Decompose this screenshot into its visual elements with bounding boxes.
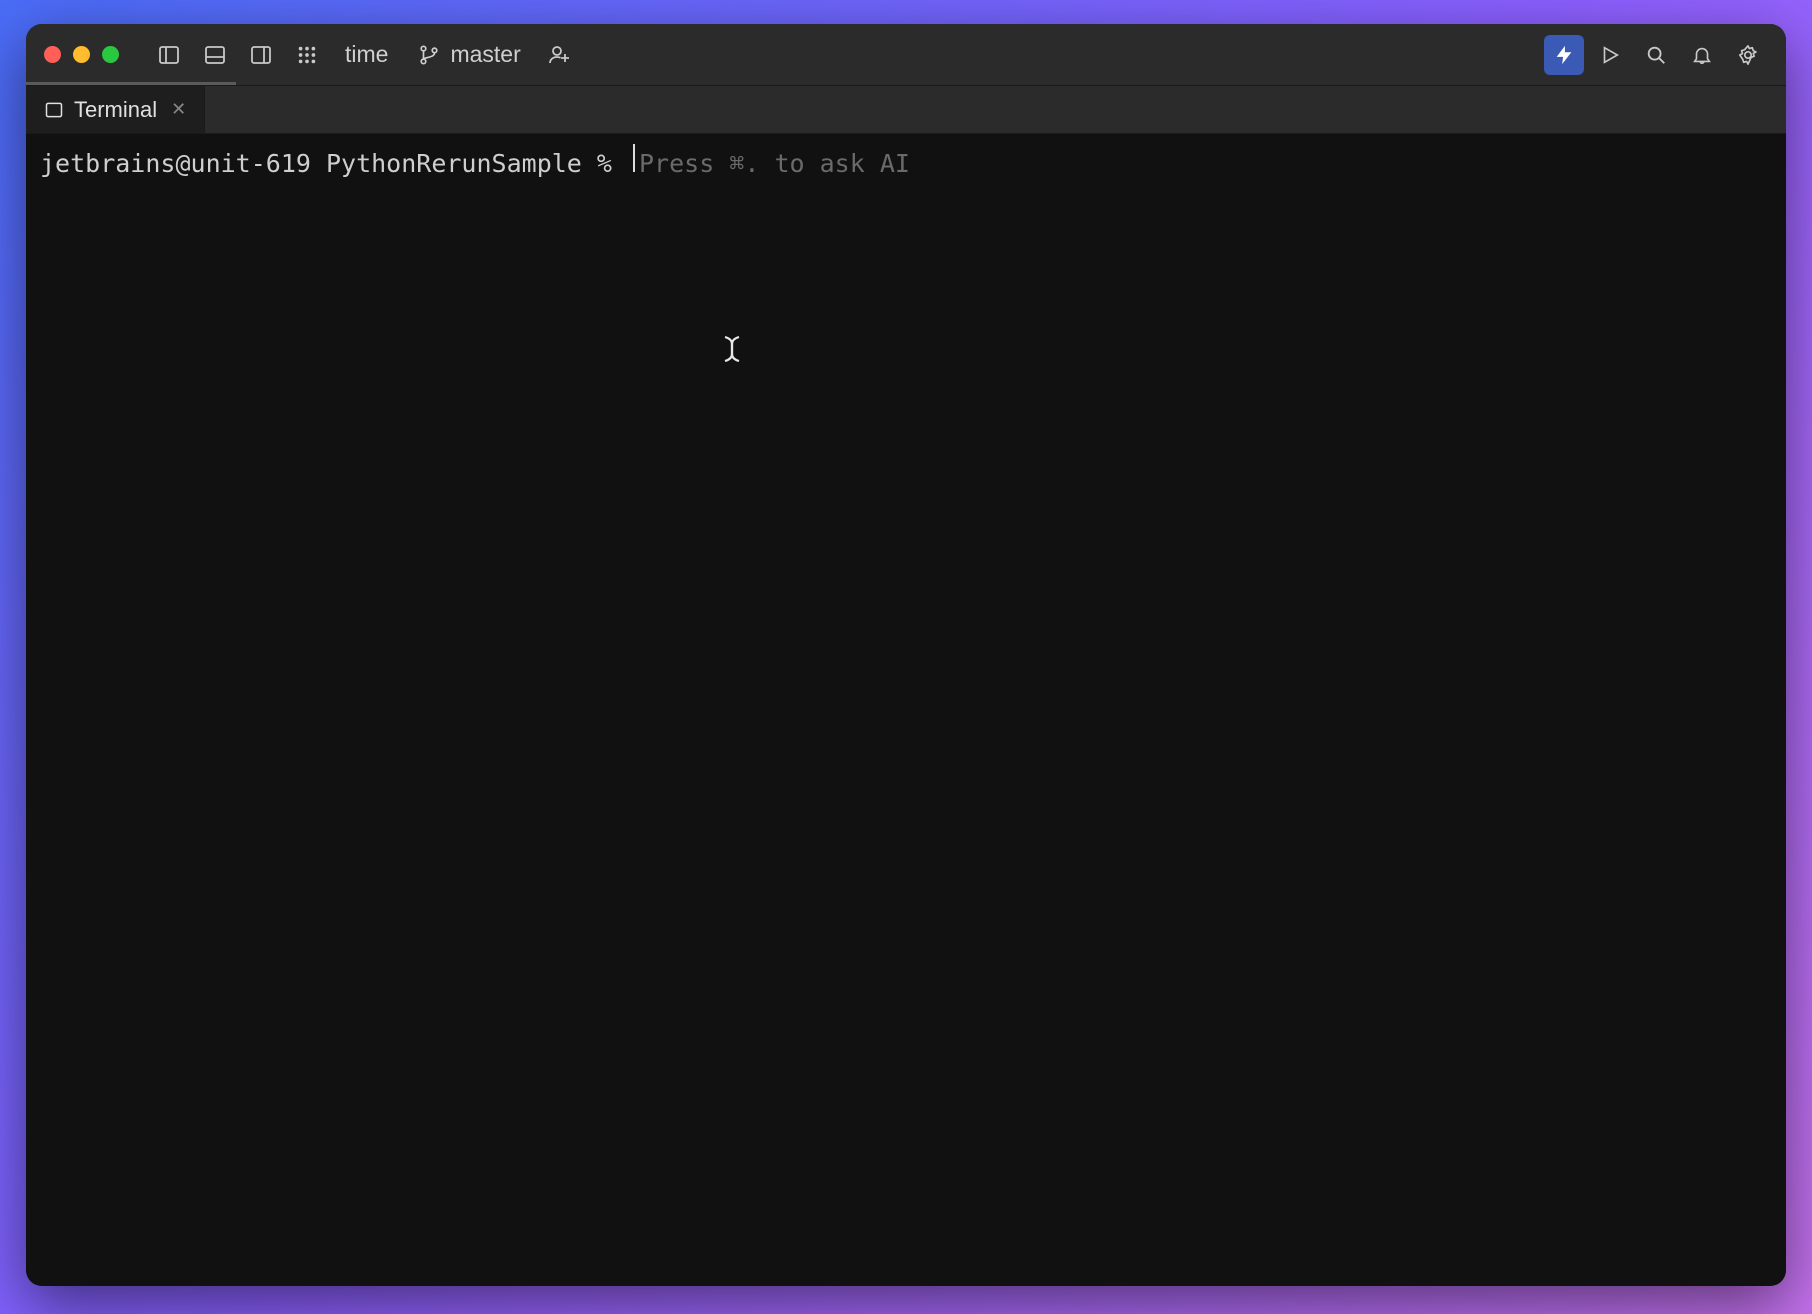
- tab-label: Terminal: [74, 97, 157, 123]
- minimize-window-button[interactable]: [73, 46, 90, 63]
- editor-tabbar: Terminal ✕: [26, 86, 1786, 134]
- close-window-button[interactable]: [44, 46, 61, 63]
- tab-terminal[interactable]: Terminal ✕: [26, 86, 205, 133]
- terminal-ai-hint: Press ⌘. to ask AI: [639, 149, 910, 178]
- search-icon: [1645, 44, 1667, 66]
- search-button[interactable]: [1636, 35, 1676, 75]
- text-caret-pointer-icon: [721, 334, 743, 364]
- toolbar-left: time master: [149, 35, 579, 75]
- terminal-icon: [44, 100, 64, 120]
- lightning-icon: [1553, 44, 1575, 66]
- toolbar-right: [1544, 35, 1768, 75]
- project-name-text: time: [345, 41, 388, 68]
- panel-right-icon: [249, 43, 273, 67]
- bell-icon: [1691, 44, 1713, 66]
- terminal-cursor: [633, 144, 635, 172]
- grid-icon: [296, 44, 318, 66]
- project-name-label[interactable]: time: [333, 41, 400, 68]
- person-plus-icon: [547, 43, 571, 67]
- terminal-panel[interactable]: jetbrains@unit-619 PythonRerunSample % P…: [26, 134, 1786, 1286]
- tab-close-button[interactable]: ✕: [171, 99, 186, 120]
- settings-button[interactable]: [1728, 35, 1768, 75]
- window-controls: [44, 46, 119, 63]
- panel-left-icon: [157, 43, 181, 67]
- ai-assistant-button[interactable]: [1544, 35, 1584, 75]
- titlebar: time master: [26, 24, 1786, 86]
- terminal-prompt: jetbrains@unit-619 PythonRerunSample %: [40, 149, 627, 178]
- git-branch-text: master: [450, 41, 520, 68]
- notifications-button[interactable]: [1682, 35, 1722, 75]
- maximize-window-button[interactable]: [102, 46, 119, 63]
- panel-bottom-icon: [203, 43, 227, 67]
- run-button[interactable]: [1590, 35, 1630, 75]
- panel-left-toggle-button[interactable]: [149, 35, 189, 75]
- add-collaborator-button[interactable]: [539, 35, 579, 75]
- active-tool-window-indicator: [26, 82, 236, 85]
- git-branch-icon: [418, 44, 440, 66]
- ide-window: time master: [26, 24, 1786, 1286]
- play-icon: [1599, 44, 1621, 66]
- panel-bottom-toggle-button[interactable]: [195, 35, 235, 75]
- panel-right-toggle-button[interactable]: [241, 35, 281, 75]
- gear-icon: [1737, 44, 1759, 66]
- terminal-prompt-line: jetbrains@unit-619 PythonRerunSample % P…: [40, 144, 1772, 178]
- git-branch-selector[interactable]: master: [406, 41, 532, 68]
- apps-grid-button[interactable]: [287, 35, 327, 75]
